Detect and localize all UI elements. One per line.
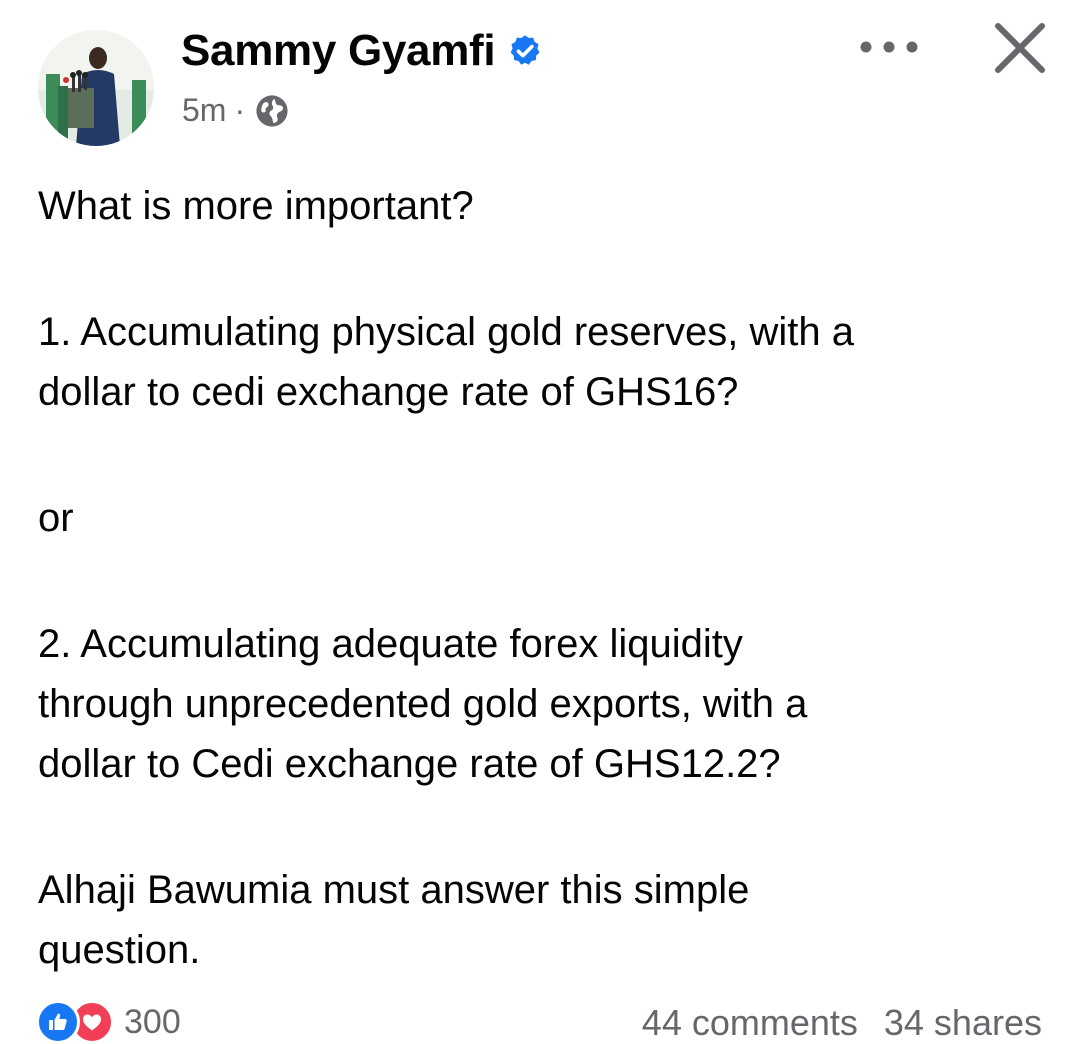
post-paragraph: or [38, 488, 1048, 548]
author-name-text[interactable]: Sammy Gyamfi [181, 26, 496, 76]
post-line: or [38, 496, 74, 540]
post-line: through unprecedented gold exports, with… [38, 682, 808, 726]
reactions-summary[interactable]: 300 [36, 1000, 181, 1044]
avatar[interactable] [38, 30, 154, 146]
post-paragraph: 1. Accumulating physical gold reserves, … [38, 302, 1048, 422]
shares-count[interactable]: 34 shares [884, 1002, 1042, 1044]
verified-badge-icon [510, 35, 540, 65]
post-line: What is more important? [38, 184, 474, 228]
post-line: dollar to Cedi exchange rate of GHS12.2? [38, 742, 781, 786]
post-line: 1. Accumulating physical gold reserves, … [38, 310, 854, 354]
post-line: question. [38, 928, 201, 972]
meta-separator: · [234, 92, 246, 128]
post-time[interactable]: 5m [182, 92, 226, 129]
comments-count[interactable]: 44 comments [642, 1002, 858, 1044]
post-line: dollar to cedi exchange rate of GHS16? [38, 370, 739, 414]
post-line: 2. Accumulating adequate forex liquidity [38, 622, 743, 666]
post-line: Alhaji Bawumia must answer this simple [38, 868, 750, 912]
more-options-button[interactable] [854, 30, 924, 64]
post-paragraph: 2. Accumulating adequate forex liquidity… [38, 614, 1048, 794]
post-body: What is more important? 1. Accumulating … [38, 176, 1048, 980]
globe-icon[interactable] [255, 94, 289, 128]
post-paragraph: What is more important? [38, 176, 1048, 236]
post-meta: 5m · [182, 92, 289, 129]
like-icon [36, 1000, 80, 1044]
post-paragraph: Alhaji Bawumia must answer this simple q… [38, 860, 1048, 980]
avatar-image [38, 30, 154, 146]
reaction-count: 300 [124, 1002, 181, 1041]
author-name[interactable]: Sammy Gyamfi [181, 26, 543, 76]
engagement-stats: 44 comments 34 shares [642, 1002, 1042, 1044]
close-icon[interactable] [990, 18, 1050, 78]
